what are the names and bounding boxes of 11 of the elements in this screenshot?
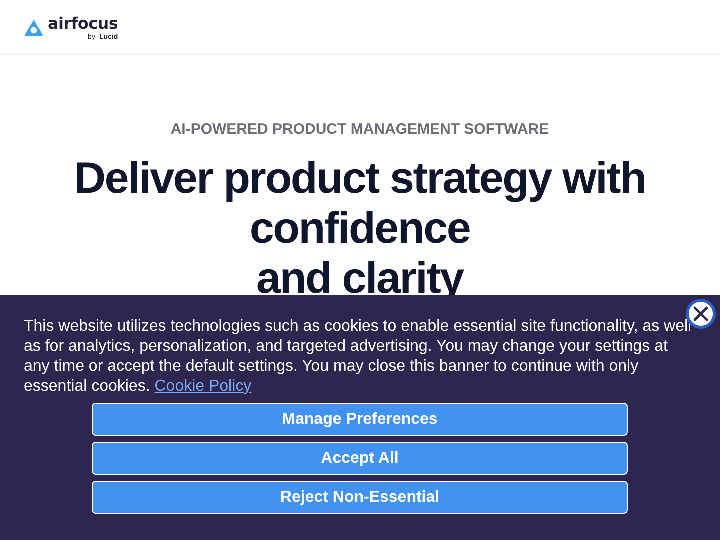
cookie-button[interactable]: Accept All	[92, 442, 628, 475]
hero-eyebrow: AI-POWERED PRODUCT MANAGEMENT SOFTWARE	[170, 121, 550, 138]
hero-title-line: and clarity	[256, 254, 464, 304]
cookie-policy-link[interactable]: Cookie Policy	[154, 378, 252, 395]
hero-title-line: Deliver product strategy with	[74, 154, 646, 204]
cookie-button[interactable]: Manage Preferences	[92, 403, 628, 436]
cookie-button[interactable]: Reject Non-Essential	[92, 481, 628, 514]
logo-name: airfocus	[48, 14, 118, 34]
hero-title-line: confidence	[250, 204, 470, 254]
logo-icon	[24, 18, 44, 36]
close-icon	[691, 304, 711, 324]
